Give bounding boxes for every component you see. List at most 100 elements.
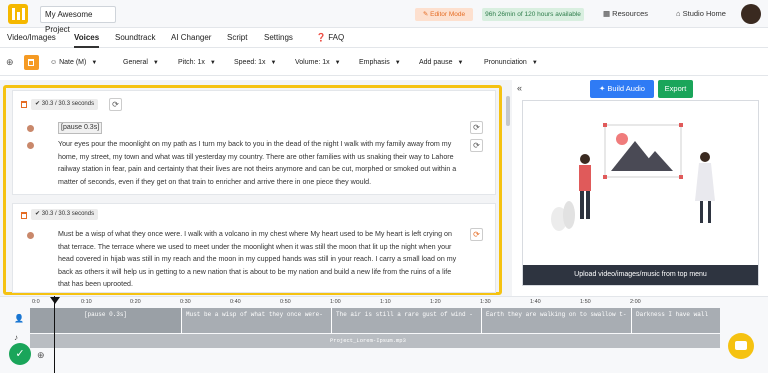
ruler-label: 0:0 [32,299,40,305]
ruler-label: 1:50 [580,299,591,305]
chevron-down-icon: ▼ [531,60,538,66]
tab-ai-changer[interactable]: AI Changer [171,28,211,48]
add-circle-icon[interactable]: ⊕ [6,57,14,68]
timeline-ruler[interactable]: 0:0 0:10 0:20 0:30 0:40 0:50 1:00 1:10 1… [30,299,720,307]
timeline-segment[interactable]: Darkness I have wall [632,308,720,333]
duration-badge: ✔ 30.3 / 30.3 seconds [31,99,99,110]
volume-select[interactable]: Volume: 1x ▼ [295,59,341,66]
trash-icon[interactable] [21,101,27,108]
music-file-label: Project_Lorem-Ipsum.mp3 [330,337,406,344]
duration-label: 30.3 / 30.3 seconds [41,211,95,217]
user-avatar[interactable] [741,4,761,24]
studio-home-label: Studio Home [682,9,726,18]
pitch-select[interactable]: Pitch: 1x ▼ [178,59,216,66]
emphasis-select[interactable]: Emphasis ▼ [359,59,401,66]
general-select-label: General [123,59,148,66]
voice-avatar-icon: ☺ [50,59,60,66]
build-audio-label: Build Audio [607,84,645,93]
tab-settings[interactable]: Settings [264,28,293,48]
editor-mode-badge[interactable]: ✎ Editor Mode [415,8,473,21]
voice-select[interactable]: ☺ Nate (M) ▼ [50,59,97,66]
refresh-icon[interactable]: ⟳ [470,228,483,241]
chevron-down-icon: ▼ [270,60,277,66]
speed-select-label: Speed: 1x [234,59,266,66]
pronunciation-select-label: Pronunciation [484,59,527,66]
upload-illustration [551,123,715,231]
add-pause-select[interactable]: Add pause ▼ [419,59,463,66]
store-icon: ⌂ [676,9,683,18]
ruler-label: 0:40 [230,299,241,305]
chevron-down-icon: ▼ [457,60,464,66]
add-track-icon[interactable]: ⊕ [37,350,45,361]
playhead[interactable] [54,296,55,373]
tab-faq[interactable]: ❓ FAQ [316,28,344,48]
voice-avatar-icon [27,125,34,132]
voice-avatar-icon [27,142,34,149]
refresh-icon[interactable]: ⟳ [470,139,483,152]
top-bar: My Awesome Project ✎ Editor Mode 96h 26m… [0,0,768,34]
timeline-segment[interactable]: Must be a wisp of what they once were- [182,308,332,333]
general-select[interactable]: General ▼ [123,59,159,66]
add-pause-select-label: Add pause [419,59,453,66]
ruler-label: 1:10 [380,299,391,305]
project-name-field[interactable]: My Awesome Project [40,6,116,34]
timeline-segment[interactable]: The air is still a rare gust of wind - [332,308,482,333]
voice-card[interactable]: ✔ 30.3 / 30.3 seconds ⟳ Must be a wisp o… [12,203,496,293]
chevron-down-icon: ▼ [394,60,401,66]
music-track[interactable]: Project_Lorem-Ipsum.mp3 [30,334,720,348]
pause-tag[interactable]: [pause 0.3s] [58,122,103,134]
app-logo[interactable] [8,4,28,24]
media-preview[interactable]: Upload video/images/music from top menu [522,100,759,286]
tab-video-images[interactable]: Video/Images [7,28,56,48]
ruler-label: 1:40 [530,299,541,305]
ruler-label: 2:00 [630,299,641,305]
volume-select-label: Volume: 1x [295,59,330,66]
refresh-icon[interactable]: ⟳ [470,121,483,134]
check-icon: ✔ [35,211,42,217]
refresh-icon[interactable]: ⟳ [109,98,122,111]
chevron-down-icon: ▼ [209,60,216,66]
voice-select-label: Nate (M) [59,59,87,66]
done-check-icon[interactable]: ✓ [9,343,31,365]
voice-card[interactable]: ✔ 30.3 / 30.3 seconds ⟳ [pause 0.3s] ⟳ ⟳… [12,90,496,195]
build-audio-button[interactable]: ✦ Build Audio [590,80,654,98]
ruler-label: 0:50 [280,299,291,305]
calendar-icon: ▦ [603,9,613,18]
tab-voices[interactable]: Voices [74,28,100,48]
trash-icon[interactable] [21,212,27,219]
check-icon: ✔ [35,101,42,107]
script-paragraph[interactable]: Must be a wisp of what they once were. I… [58,228,458,291]
chevron-down-icon: ▼ [334,60,341,66]
script-paragraph[interactable]: Your eyes pour the moonlight on my path … [58,138,458,188]
upload-caption: Upload video/images/music from top menu [523,265,758,285]
ruler-label: 0:10 [81,299,92,305]
chat-icon [735,341,747,350]
studio-home-link[interactable]: ⌂ Studio Home [676,9,726,18]
timeline-segment[interactable]: Earth they are walking on to swallow t- [482,308,632,333]
ruler-label: 0:30 [180,299,191,305]
tab-soundtrack[interactable]: Soundtrack [115,28,155,48]
voice-toolbar: ⊕ ☺ Nate (M) ▼ General ▼ Pitch: 1x ▼ Speed:… [0,50,768,76]
resources-link[interactable]: ▦ Resources [603,9,648,18]
speed-select[interactable]: Speed: 1x ▼ [234,59,276,66]
duration-badge: ✔ 30.3 / 30.3 seconds [31,209,99,220]
tab-script[interactable]: Script [227,28,247,48]
ruler-label: 1:20 [430,299,441,305]
chevron-down-icon: ▼ [91,60,98,66]
person-icon: 👤 [14,314,24,323]
ruler-label: 1:00 [330,299,341,305]
export-button[interactable]: Export [658,80,693,98]
playhead-handle[interactable] [50,297,60,304]
chevron-down-icon: ▼ [152,60,159,66]
voice-avatar-icon [27,232,34,239]
resources-label: Resources [612,9,649,18]
track-icons: 👤 ♪ [14,314,26,342]
chat-button[interactable] [728,333,754,359]
timeline-segment[interactable]: [pause 0.3s] [30,308,182,333]
trash-icon [28,59,34,66]
scrollbar[interactable] [506,96,510,126]
pause-line[interactable]: [pause 0.3s] [58,121,458,134]
delete-button[interactable] [24,55,39,70]
collapse-panel-icon[interactable]: « [517,83,522,93]
pronunciation-select[interactable]: Pronunciation ▼ [484,59,538,66]
